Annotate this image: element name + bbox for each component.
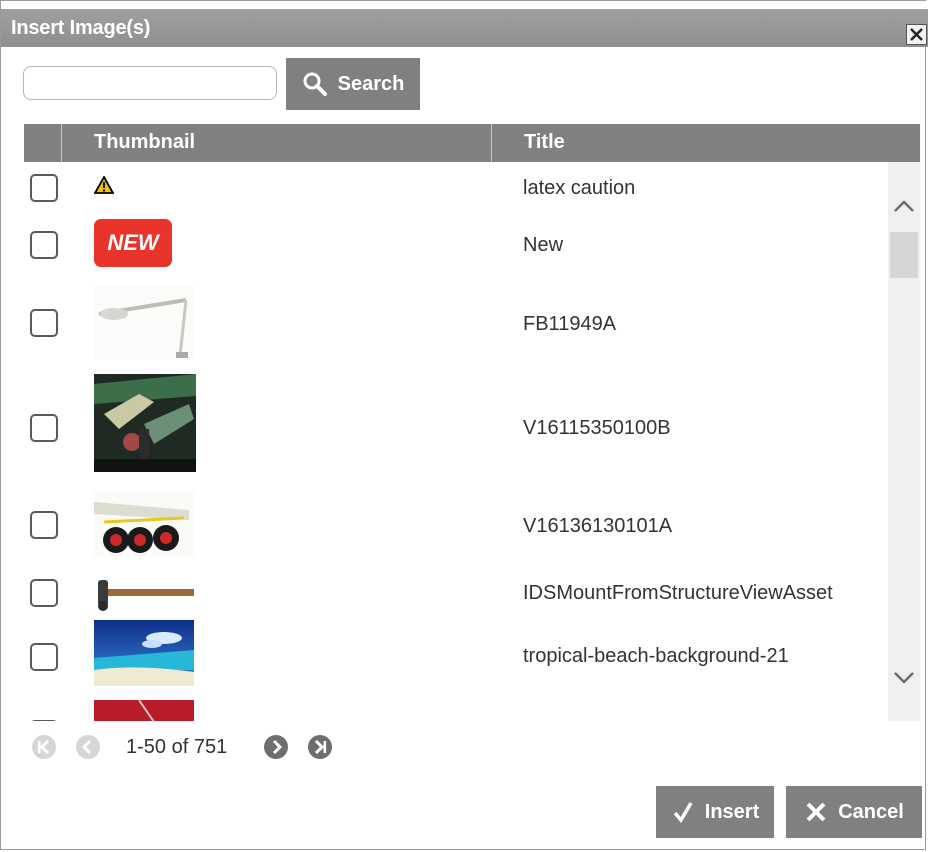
title-header-label: Title — [524, 131, 565, 153]
red-thumbnail — [94, 700, 194, 721]
grid-body: latex caution NEW New FB11949A V16115350… — [24, 162, 920, 721]
top-strip — [1, 1, 928, 9]
insert-image-dialog: Insert Image(s) Search Thumbnail Title l… — [0, 0, 928, 850]
insert-button[interactable]: Insert — [656, 786, 774, 838]
scroll-up-icon[interactable] — [893, 198, 915, 214]
wheels-photo — [94, 492, 194, 556]
row-title: IDSMountFromStructureViewAsset — [523, 582, 833, 604]
row-checkbox[interactable] — [30, 720, 58, 721]
engine-bay-thumbnail — [94, 374, 196, 472]
warning-triangle-thumbnail — [94, 176, 114, 194]
table-row[interactable]: FB11949A — [24, 272, 888, 372]
red-photo — [94, 700, 194, 721]
lamp-arm-thumbnail — [94, 286, 194, 360]
cancel-button[interactable]: Cancel — [786, 786, 922, 838]
engine-bay-photo — [94, 374, 196, 472]
new-badge-thumbnail: NEW — [94, 219, 172, 267]
lamp-arm-photo — [94, 286, 194, 360]
row-checkbox[interactable] — [30, 309, 58, 337]
last-page-button[interactable] — [307, 734, 333, 760]
row-title: latex caution — [523, 177, 636, 199]
row-checkbox[interactable] — [30, 579, 58, 607]
table-row[interactable]: tropical-beach-background-21 — [24, 620, 888, 700]
table-row[interactable]: NEW New — [24, 214, 888, 272]
grid-header: Thumbnail Title — [24, 124, 920, 162]
row-checkbox[interactable] — [30, 174, 58, 202]
row-checkbox[interactable] — [30, 414, 58, 442]
search-button-label: Search — [337, 72, 405, 95]
row-title: tropical-beach-background-21 — [523, 645, 789, 667]
row-title: V16115350100B — [523, 417, 671, 439]
first-page-button[interactable] — [31, 734, 57, 760]
pager-range: 1-50 of 751 — [126, 736, 228, 758]
thumbnail-header-label: Thumbnail — [94, 131, 196, 153]
cross-icon — [806, 802, 826, 822]
table-row[interactable]: V16115350100B — [24, 372, 888, 484]
table-row[interactable]: V16136130101A — [24, 484, 888, 570]
row-checkbox[interactable] — [30, 231, 58, 259]
first-page-icon — [32, 735, 56, 759]
insert-button-label: Insert — [704, 800, 760, 823]
previous-page-button[interactable] — [75, 734, 101, 760]
row-title: FB11949A — [523, 313, 617, 335]
beach-thumbnail — [94, 620, 194, 686]
next-page-icon — [264, 735, 288, 759]
cancel-button-label: Cancel — [838, 800, 904, 823]
row-title: V16136130101A — [523, 515, 673, 537]
table-row[interactable]: latex caution — [24, 162, 888, 214]
select-column-header[interactable] — [24, 124, 62, 162]
warning-icon — [94, 176, 114, 194]
row-checkbox[interactable] — [30, 643, 58, 671]
hammer-photo — [94, 576, 194, 612]
row-title: New — [523, 234, 564, 256]
row-checkbox[interactable] — [30, 511, 58, 539]
magnifier-icon — [303, 72, 327, 96]
title-column-header[interactable]: Title — [494, 124, 920, 162]
checkmark-icon — [673, 802, 693, 823]
grid-scrollbar[interactable] — [888, 162, 920, 721]
search-input[interactable] — [23, 66, 277, 100]
dialog-title: Insert Image(s) — [11, 17, 151, 39]
dialog-titlebar[interactable]: Insert Image(s) — [1, 9, 928, 47]
close-icon — [910, 28, 923, 41]
table-row[interactable]: IDSMountFromStructureViewAsset — [24, 570, 888, 620]
wheels-thumbnail — [94, 492, 194, 556]
scroll-down-icon[interactable] — [893, 670, 915, 686]
beach-photo — [94, 620, 194, 686]
next-page-button[interactable] — [263, 734, 289, 760]
scroll-thumb[interactable] — [890, 232, 918, 278]
new-badge-text: NEW — [107, 230, 159, 255]
hammer-thumbnail — [94, 576, 194, 612]
search-button[interactable]: Search — [286, 58, 420, 110]
close-button[interactable] — [906, 24, 927, 45]
thumbnail-column-header[interactable]: Thumbnail — [64, 124, 492, 162]
table-row[interactable] — [24, 700, 888, 721]
previous-page-icon — [76, 735, 100, 759]
last-page-icon — [308, 735, 332, 759]
